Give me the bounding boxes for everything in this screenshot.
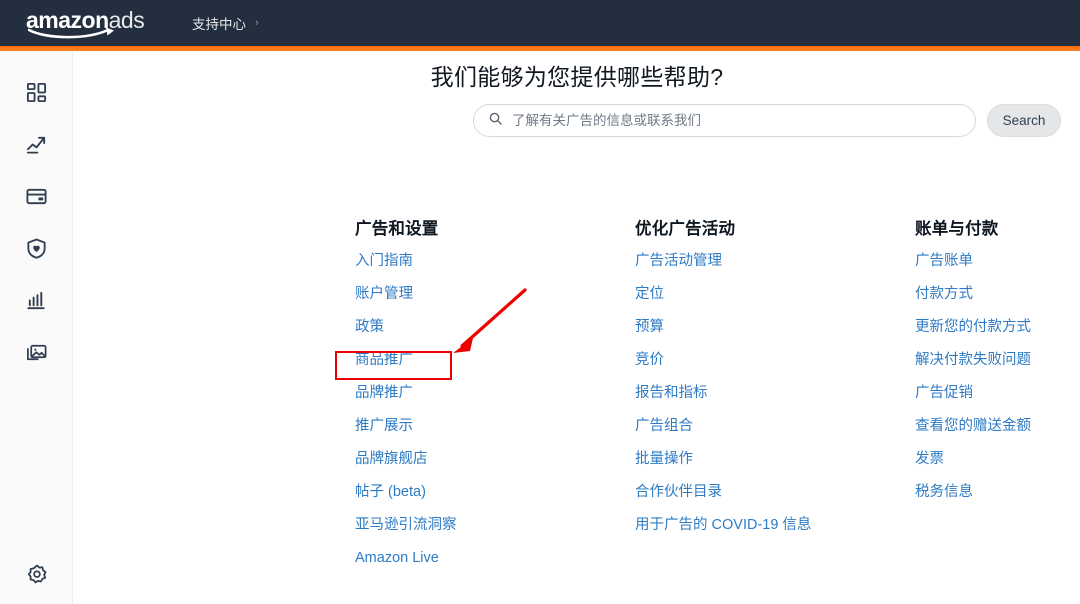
help-link[interactable]: 更新您的付款方式 [915,318,1031,337]
help-link[interactable]: 推广展示 [355,417,413,436]
shield-heart-icon [25,237,48,260]
rail-top-group [0,51,72,378]
column-title: 优化广告活动 [635,219,915,239]
help-link[interactable]: 品牌旗舰店 [355,450,428,469]
sidebar-item-dashboard[interactable] [0,66,73,118]
help-link[interactable]: 预算 [635,318,664,337]
page-title: 我们能够为您提供哪些帮助? [74,58,1080,92]
column-title: 广告和设置 [355,219,635,239]
help-link[interactable]: 广告账单 [915,252,973,271]
sidebar-item-creatives[interactable] [0,326,73,378]
bar-chart-icon [25,289,48,312]
help-link[interactable]: 查看您的赠送金额 [915,417,1031,436]
search-box[interactable] [473,104,976,137]
help-link[interactable]: 用于广告的 COVID-19 信息 [635,516,811,535]
breadcrumb[interactable]: 支持中心 › [192,13,259,33]
sidebar-item-brand-protection[interactable] [0,222,73,274]
help-link[interactable]: 付款方式 [915,285,973,304]
help-link[interactable]: 税务信息 [915,483,973,502]
search-button[interactable]: Search [987,104,1061,137]
main-content: 我们能够为您提供哪些帮助? Search 广告和设置 入门指南 账户管理 政策 [74,51,1080,604]
credit-card-icon [25,185,48,208]
help-link[interactable]: 广告促销 [915,384,973,403]
help-link[interactable]: 广告活动管理 [635,252,722,271]
sidebar-item-settings[interactable] [0,548,73,600]
help-column-billing-and-payments: 账单与付款 广告账单 付款方式 更新您的付款方式 解决付款失败问题 广告促销 查… [915,219,1075,568]
help-link[interactable]: 账户管理 [355,285,413,304]
amazon-smile-swoosh-icon [28,26,124,40]
sidebar-item-billing[interactable] [0,170,73,222]
help-column-ads-and-settings: 广告和设置 入门指南 账户管理 政策 商品推广 品牌推广 推广展示 品牌旗舰店 … [355,219,635,568]
help-link[interactable]: 定位 [635,285,664,304]
page-root: amazonads 支持中心 › [0,0,1080,604]
help-link[interactable]: 品牌推广 [355,384,413,403]
help-link[interactable]: Amazon Live [355,549,439,568]
help-link[interactable]: 发票 [915,450,944,469]
gear-icon [26,563,48,585]
help-link[interactable]: 入门指南 [355,252,413,271]
help-link[interactable]: 报告和指标 [635,384,708,403]
search-icon [488,111,503,131]
help-link[interactable]: 政策 [355,318,384,337]
breadcrumb-item-support-center[interactable]: 支持中心 [192,13,246,33]
help-link[interactable]: 亚马逊引流洞察 [355,516,457,535]
sidebar-item-performance[interactable] [0,118,73,170]
chevron-right-icon: › [255,18,259,29]
media-gallery-icon [25,341,48,364]
help-link[interactable]: 竞价 [635,351,664,370]
column-title: 账单与付款 [915,219,1075,239]
left-icon-rail [0,51,73,604]
dashboard-grid-icon [25,81,48,104]
help-column-optimize-campaigns: 优化广告活动 广告活动管理 定位 预算 竞价 报告和指标 广告组合 批量操作 合… [635,219,915,568]
help-topic-columns: 广告和设置 入门指南 账户管理 政策 商品推广 品牌推广 推广展示 品牌旗舰店 … [355,219,1075,568]
top-header-bar: amazonads 支持中心 › [0,0,1080,46]
amazon-ads-logo[interactable]: amazonads [26,6,158,40]
help-link[interactable]: 广告组合 [635,417,693,436]
help-link[interactable]: 帖子 (beta) [355,483,426,502]
search-row: Search [473,104,1061,137]
help-link[interactable]: 解决付款失败问题 [915,351,1031,370]
help-link-sponsored-products[interactable]: 商品推广 [355,351,413,370]
rail-bottom-group [0,548,73,600]
search-input[interactable] [512,113,961,128]
sidebar-item-reports[interactable] [0,274,73,326]
trending-up-icon [25,133,48,156]
help-link[interactable]: 批量操作 [635,450,693,469]
help-link[interactable]: 合作伙伴目录 [635,483,722,502]
